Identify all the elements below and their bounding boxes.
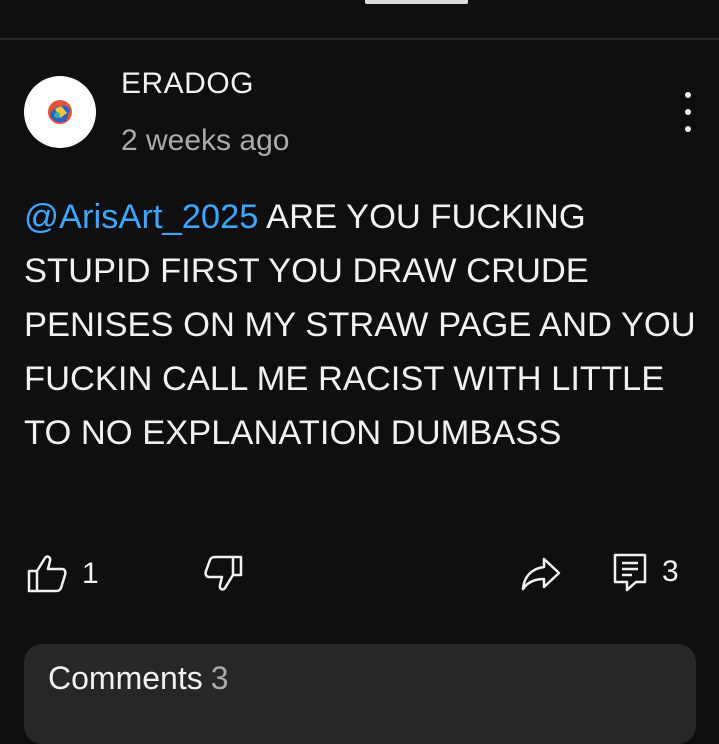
comment-author[interactable]: ERADOG [121,67,254,101]
mention-link[interactable]: @ArisArt_2025 [24,198,258,236]
comment-body-text: ARE YOU FUCKING STUPID FIRST YOU DRAW CR… [24,198,696,452]
comment-timestamp: 2 weeks ago [121,124,290,157]
reply-button[interactable]: 3 [612,552,679,592]
like-button[interactable]: 1 [26,554,99,594]
dislike-button[interactable] [204,554,244,592]
comments-panel[interactable]: Comments 3 [24,644,696,744]
comments-count: 3 [210,660,229,696]
more-vert-icon[interactable] [670,92,706,132]
like-count: 1 [82,557,99,590]
thumbs-up-icon [27,555,67,593]
top-bar [0,0,719,40]
tab-indicator [365,0,468,4]
comments-label: Comments [48,660,203,696]
reply-count: 3 [662,555,679,588]
share-icon [521,557,561,591]
thumbs-down-icon [204,555,243,591]
avatar-logo-icon [48,100,72,124]
comment-text: @ArisArt_2025 ARE YOU FUCKING STUPID FIR… [24,190,704,460]
avatar[interactable] [24,76,96,148]
comments-header: Comments 3 [48,660,229,697]
reply-icon [613,553,647,592]
share-button[interactable] [520,556,562,592]
